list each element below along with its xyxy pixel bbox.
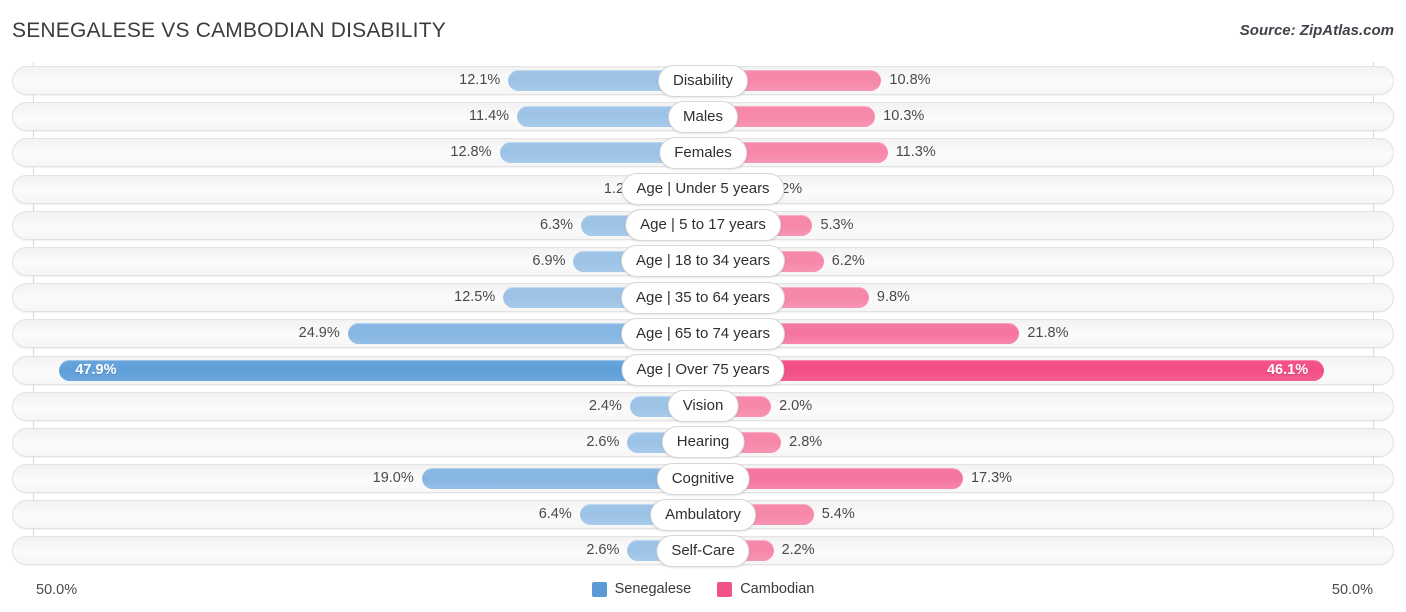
value-label-senegalese: 6.3% [539, 216, 573, 233]
value-label-senegalese: 2.6% [586, 542, 620, 559]
bar-row-list: 12.1% 10.8% Disability 11.4% 10.3% Males 12.8%… [12, 62, 1394, 569]
value-label-senegalese: 12.8% [450, 144, 492, 161]
legend-swatch-icon [591, 581, 607, 597]
table-row[interactable]: 6.9% 6.2% Age | 18 to 34 years [12, 243, 1394, 279]
table-row[interactable]: 12.1% 10.8% Disability [12, 62, 1394, 98]
table-row[interactable]: 6.3% 5.3% Age | 5 to 17 years [12, 207, 1394, 243]
table-row[interactable]: 2.4% 2.0% Vision [12, 388, 1394, 424]
legend-label: Cambodian [740, 581, 815, 597]
category-label-pill[interactable]: Age | 18 to 34 years [621, 245, 785, 278]
value-label-cambodian: 5.4% [821, 506, 855, 523]
chart-footer: 50.0% 50.0% Senegalese Cambodian [0, 572, 1406, 612]
value-label-senegalese: 12.5% [454, 289, 496, 306]
category-label-pill[interactable]: Males [667, 100, 739, 133]
value-label-cambodian: 2.0% [779, 397, 813, 414]
value-label-senegalese: 6.4% [538, 506, 572, 523]
table-row[interactable]: 1.2% 1.2% Age | Under 5 years [12, 171, 1394, 207]
page-title: SENEGALESE VS CAMBODIAN DISABILITY [12, 19, 446, 42]
value-label-senegalese: 24.9% [298, 325, 340, 342]
value-label-senegalese: 19.0% [372, 470, 414, 487]
value-label-cambodian: 11.3% [895, 144, 936, 161]
bar-senegalese[interactable] [59, 359, 703, 381]
value-label-senegalese: 2.6% [586, 433, 620, 450]
value-label-cambodian: 10.8% [889, 72, 931, 88]
value-label-cambodian: 46.1% [1266, 361, 1309, 378]
value-label-cambodian: 2.2% [781, 542, 815, 559]
table-row[interactable]: 12.8% 11.3% Females [12, 134, 1394, 170]
category-label-pill[interactable]: Age | Over 75 years [621, 354, 785, 386]
value-label-cambodian: 17.3% [970, 470, 1013, 487]
category-label-pill[interactable]: Age | 65 to 74 years [621, 317, 785, 350]
value-label-cambodian: 5.3% [820, 216, 854, 233]
value-label-cambodian: 6.2% [831, 252, 865, 269]
category-label-pill[interactable]: Disability [657, 64, 749, 97]
category-label-pill[interactable]: Self-Care [656, 534, 750, 567]
category-label-pill[interactable]: Females [659, 136, 747, 169]
table-row[interactable]: 47.9% 46.1% Age | Over 75 years [12, 352, 1394, 388]
value-label-cambodian: 21.8% [1027, 325, 1069, 342]
value-label-senegalese: 2.4% [588, 397, 622, 414]
value-label-senegalese: 12.1% [459, 72, 501, 88]
table-row[interactable]: 11.4% 10.3% Males [12, 98, 1394, 134]
legend-item[interactable]: Senegalese [591, 581, 692, 597]
value-label-cambodian: 9.8% [876, 289, 910, 306]
table-row[interactable]: 12.5% 9.8% Age | 35 to 64 years [12, 279, 1394, 315]
legend-item[interactable]: Cambodian [717, 581, 814, 597]
table-row[interactable]: 6.4% 5.4% Ambulatory [12, 496, 1394, 532]
category-label-pill[interactable]: Age | 5 to 17 years [625, 209, 781, 242]
category-label-pill[interactable]: Vision [667, 390, 739, 423]
legend-label: Senegalese [614, 581, 692, 597]
chart-header: SENEGALESE VS CAMBODIAN DISABILITY Sourc… [0, 0, 1406, 60]
category-label-pill[interactable]: Ambulatory [650, 498, 756, 531]
category-label-pill[interactable]: Age | 35 to 64 years [621, 281, 785, 314]
category-label-pill[interactable]: Age | Under 5 years [621, 173, 785, 206]
table-row[interactable]: 2.6% 2.8% Hearing [12, 424, 1394, 460]
source-attribution: Source: ZipAtlas.com [1239, 22, 1394, 39]
chart-legend: Senegalese Cambodian [0, 581, 1406, 597]
table-row[interactable]: 2.6% 2.2% Self-Care [12, 532, 1394, 568]
value-label-senegalese: 47.9% [75, 361, 117, 378]
value-label-cambodian: 2.8% [789, 433, 823, 450]
category-label-pill[interactable]: Hearing [661, 426, 745, 459]
value-label-senegalese: 11.4% [469, 108, 510, 125]
value-label-cambodian: 10.3% [883, 108, 925, 125]
legend-swatch-icon [717, 581, 733, 597]
table-row[interactable]: 19.0% 17.3% Cognitive [12, 460, 1394, 496]
category-label-pill[interactable]: Cognitive [656, 462, 750, 495]
value-label-senegalese: 6.9% [532, 252, 566, 269]
chart-plot-area: 12.1% 10.8% Disability 11.4% 10.3% Males 12.8%… [0, 62, 1406, 572]
table-row[interactable]: 24.9% 21.8% Age | 65 to 74 years [12, 315, 1394, 351]
bar-cambodian[interactable] [703, 359, 1325, 381]
